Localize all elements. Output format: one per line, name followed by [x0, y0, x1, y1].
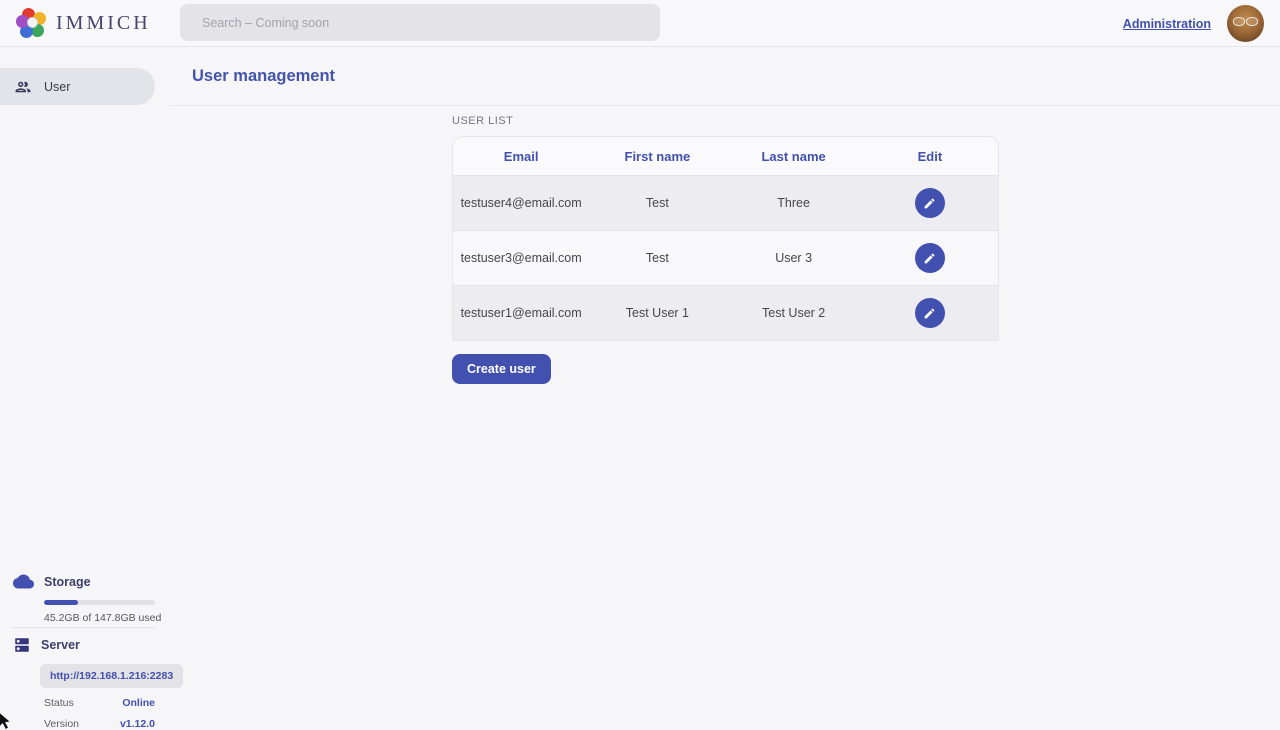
- user-list-section: USER LIST Email First name Last name Edi…: [452, 115, 999, 384]
- sidebar-divider: [12, 627, 155, 628]
- storage-progress-bar: [44, 600, 155, 605]
- page-titlebar: User management: [170, 47, 1280, 106]
- server-title: Server: [41, 638, 80, 652]
- column-header-email: Email: [453, 149, 589, 164]
- people-icon: [14, 78, 32, 96]
- table-row: testuser4@email.com Test Three: [453, 175, 998, 230]
- cell-email: testuser1@email.com: [453, 306, 589, 320]
- table-row: testuser3@email.com Test User 3: [453, 230, 998, 285]
- storage-widget: Storage 45.2GB of 147.8GB used: [0, 571, 170, 624]
- table-header-row: Email First name Last name Edit: [453, 137, 998, 175]
- column-header-edit: Edit: [862, 149, 998, 164]
- server-widget: Server http://192.168.1.216:2283 Status …: [0, 636, 170, 730]
- edit-user-button[interactable]: [915, 298, 945, 328]
- server-url: http://192.168.1.216:2283: [40, 664, 183, 688]
- column-header-first-name: First name: [589, 149, 725, 164]
- server-status-value: Online: [122, 697, 155, 709]
- cell-first-name: Test User 1: [589, 306, 725, 320]
- app-title: IMMICH: [56, 12, 151, 35]
- storage-progress-fill: [44, 600, 78, 605]
- cell-last-name: User 3: [726, 251, 862, 265]
- edit-user-button[interactable]: [915, 243, 945, 273]
- server-version-value: v1.12.0: [120, 718, 155, 730]
- cloud-icon: [13, 571, 34, 592]
- storage-title: Storage: [44, 575, 91, 589]
- section-title: USER LIST: [452, 115, 999, 127]
- edit-user-button[interactable]: [915, 188, 945, 218]
- cell-last-name: Three: [726, 196, 862, 210]
- cell-email: testuser3@email.com: [453, 251, 589, 265]
- user-table: Email First name Last name Edit testuser…: [452, 136, 999, 341]
- pencil-icon: [923, 252, 936, 265]
- mouse-cursor: [0, 711, 14, 729]
- page-title: User management: [192, 67, 335, 86]
- pencil-icon: [923, 197, 936, 210]
- app-header: IMMICH Administration: [0, 0, 1280, 47]
- user-avatar[interactable]: [1227, 5, 1264, 42]
- cell-last-name: Test User 2: [726, 306, 862, 320]
- column-header-last-name: Last name: [726, 149, 862, 164]
- administration-link[interactable]: Administration: [1123, 17, 1211, 31]
- brand: IMMICH: [18, 8, 168, 38]
- create-user-button[interactable]: Create user: [452, 354, 551, 384]
- cell-email: testuser4@email.com: [453, 196, 589, 210]
- pencil-icon: [923, 307, 936, 320]
- cell-first-name: Test: [589, 251, 725, 265]
- cell-first-name: Test: [589, 196, 725, 210]
- server-icon: [13, 636, 31, 654]
- server-status-label: Status: [44, 697, 74, 709]
- table-row: testuser1@email.com Test User 1 Test Use…: [453, 285, 998, 340]
- sidebar-item-user[interactable]: User: [0, 68, 155, 105]
- sidebar-item-label: User: [44, 80, 70, 94]
- server-version-label: Version: [44, 718, 79, 730]
- immich-logo-icon: [18, 8, 48, 38]
- search-input[interactable]: [180, 4, 660, 41]
- storage-usage-text: 45.2GB of 147.8GB used: [44, 612, 170, 624]
